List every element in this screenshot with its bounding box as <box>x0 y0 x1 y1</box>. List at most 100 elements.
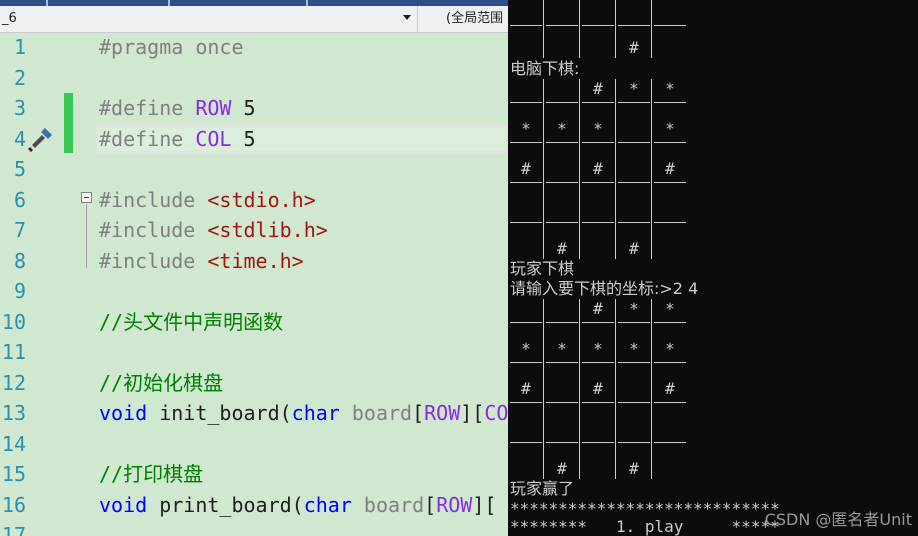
code-text[interactable]: #define COL 5 <box>99 124 256 154</box>
board-cell <box>508 79 544 99</box>
csdn-watermark: CSDN @匿名者Unit <box>764 510 912 529</box>
code-line[interactable]: 17 <box>0 520 508 536</box>
board-row-divider <box>618 25 650 26</box>
board-row-divider <box>582 25 614 26</box>
code-token: void <box>99 492 148 517</box>
code-line[interactable]: 9 <box>0 276 508 307</box>
code-text[interactable]: //初始化棋盘 <box>99 368 223 398</box>
line-number: 4 <box>13 126 26 151</box>
code-line[interactable]: 5 <box>0 154 508 185</box>
file-dropdown[interactable]: _6 <box>0 6 418 32</box>
line-number: 9 <box>13 279 26 303</box>
code-line[interactable]: 11 <box>0 337 508 368</box>
board-row-divider <box>618 222 650 223</box>
code-token: char <box>303 492 352 517</box>
code-line[interactable]: 14 <box>0 429 508 460</box>
board-cell <box>616 159 652 179</box>
collapse-toggle-icon[interactable] <box>81 192 92 203</box>
code-line[interactable]: 7 #include <stdlib.h> <box>0 215 508 246</box>
code-token: 5 <box>231 126 256 151</box>
code-token: <time.h> <box>207 248 304 273</box>
board-cell <box>508 239 544 259</box>
code-text[interactable]: #include <stdlib.h> <box>99 215 328 245</box>
code-line[interactable]: 3 #define ROW 5 <box>0 93 508 124</box>
board-cell <box>544 159 580 179</box>
board-cell <box>508 459 544 479</box>
line-number: 11 <box>1 340 26 364</box>
code-text[interactable]: #define ROW 5 <box>99 93 256 123</box>
board-row-divider <box>654 222 686 223</box>
board-cell <box>616 379 652 399</box>
board-row-divider <box>546 362 578 363</box>
board-column-divider <box>579 79 580 259</box>
code-line[interactable]: 1 #pragma once <box>0 32 508 63</box>
code-text[interactable]: #include <time.h> <box>99 246 304 276</box>
line-number: 1 <box>13 35 26 59</box>
code-token: init_board( <box>147 401 292 425</box>
scope-dropdown[interactable]: (全局范围 <box>446 6 503 32</box>
board-row-divider <box>546 402 578 403</box>
board-row-divider <box>654 25 686 26</box>
code-token: ROW <box>424 401 461 425</box>
board-cell <box>652 239 688 259</box>
code-line[interactable]: 6 #include <stdio.h> <box>0 185 508 216</box>
board-row-divider <box>618 102 650 103</box>
board-cell: # <box>665 159 675 178</box>
board-column-divider <box>651 79 652 259</box>
code-text[interactable]: //打印棋盘 <box>99 459 203 489</box>
code-token: ][ <box>460 401 485 425</box>
code-line[interactable]: 10 //头文件中声明函数 <box>0 307 508 338</box>
board-row-divider <box>546 25 578 26</box>
code-line[interactable]: 2 <box>0 63 508 94</box>
board-row-divider <box>654 362 686 363</box>
board-row-divider <box>654 142 686 143</box>
board-cell <box>652 38 688 58</box>
code-text[interactable]: void init_board(char board[ROW][COL <box>99 398 508 428</box>
board-cell: # <box>593 299 603 318</box>
board-cell <box>652 419 688 439</box>
code-token: print_board( <box>147 492 304 517</box>
code-text[interactable]: #pragma once <box>99 32 244 62</box>
code-token: ][ <box>472 492 497 517</box>
board-cell <box>616 119 652 139</box>
code-token: COL <box>484 401 508 425</box>
navigation-bar: _6 (全局范围 <box>0 6 508 33</box>
board-cell <box>616 199 652 219</box>
board-row-divider <box>510 222 542 223</box>
board-row-divider <box>618 142 650 143</box>
code-text[interactable]: //头文件中声明函数 <box>99 307 283 337</box>
board-cell <box>508 38 544 58</box>
chevron-down-icon[interactable] <box>403 15 411 20</box>
board-row-divider <box>654 322 686 323</box>
board-row-divider <box>546 322 578 323</box>
code-line[interactable]: 8 #include <time.h> <box>0 246 508 277</box>
code-text[interactable]: void print_board(char board[ROW][ <box>99 490 496 520</box>
code-line[interactable]: 15 //打印棋盘 <box>0 459 508 490</box>
board-cell: * <box>665 79 675 98</box>
console-line-menu: ******** 1. play ***** <box>510 517 780 536</box>
code-text[interactable]: #include <stdio.h> <box>99 185 316 215</box>
board-cell <box>580 419 616 439</box>
board-cell: # <box>521 379 531 398</box>
board-row-divider <box>582 402 614 403</box>
code-token: 5 <box>231 96 256 120</box>
board-column-divider <box>579 0 580 58</box>
board-row-divider <box>654 182 686 183</box>
code-line[interactable]: 13 void init_board(char board[ROW][COL <box>0 398 508 429</box>
code-line[interactable]: 4 #define COL 5 <box>0 124 508 155</box>
board-cell <box>652 459 688 479</box>
board-row-divider <box>546 182 578 183</box>
board-row-divider <box>618 362 650 363</box>
quick-actions-screwdriver-icon[interactable] <box>26 124 56 154</box>
board-row-divider <box>582 102 614 103</box>
board-cell <box>616 419 652 439</box>
change-indicator <box>64 93 73 153</box>
board-cell: * <box>593 119 603 138</box>
board-cell: * <box>665 119 675 138</box>
board-cell: # <box>593 159 603 178</box>
board-column-divider <box>543 299 544 479</box>
code-line[interactable]: 16 void print_board(char board[ROW][ <box>0 490 508 521</box>
code-line[interactable]: 12 //初始化棋盘 <box>0 368 508 399</box>
code-editor[interactable]: _6 (全局范围 1 #pragma once 2 3 #define ROW 5 4 #d… <box>0 0 508 536</box>
code-token: #include <box>99 187 208 212</box>
